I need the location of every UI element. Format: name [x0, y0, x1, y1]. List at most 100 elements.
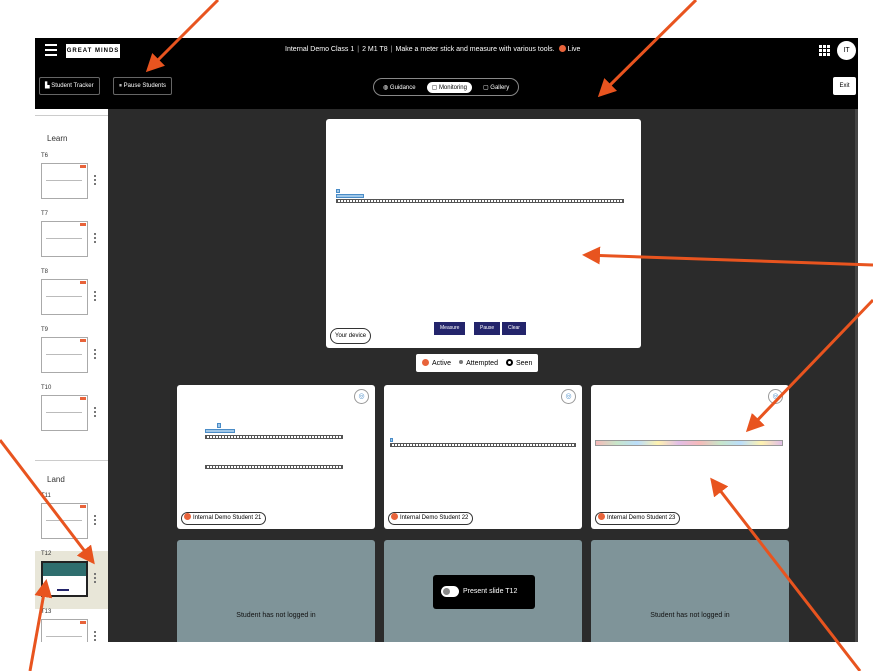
more-icon[interactable]	[94, 175, 96, 185]
lesson-code: 2 M1 T8	[362, 46, 388, 53]
camera-icon[interactable]: ◎	[768, 389, 783, 404]
pause-button[interactable]: Pause	[474, 322, 501, 335]
toggle-switch[interactable]	[441, 586, 459, 597]
sidebar: Learn T6 T7 T8 T9 T10 Land T11 T12 T13	[35, 109, 108, 642]
more-icon[interactable]	[94, 631, 96, 641]
logo: GREAT MINDS	[66, 44, 120, 58]
attempted-dot-icon	[459, 359, 464, 364]
active-dot-icon	[598, 513, 605, 520]
active-dot-icon	[422, 359, 429, 366]
tab-gallery[interactable]: ▢ Gallery	[478, 82, 514, 93]
sidebar-item-t11[interactable]: T11	[35, 493, 108, 551]
more-icon[interactable]	[94, 233, 96, 243]
teacher-preview: Measure Pause Clear Your device	[326, 119, 641, 348]
student-name-badge: Internal Demo Student 21	[181, 512, 267, 525]
view-tabs: ◍ Guidance ▢ Monitoring ▢ Gallery	[373, 78, 520, 96]
pause-students-button[interactable]: ⏸ Pause Students	[113, 77, 173, 95]
camera-icon[interactable]: ◎	[354, 389, 369, 404]
scrollbar[interactable]	[855, 109, 858, 642]
lesson-title: Make a meter stick and measure with vari…	[395, 46, 555, 53]
student-card[interactable]: ◎ Internal Demo Student 23	[591, 385, 789, 529]
thumbnail-line	[46, 296, 82, 297]
slide-thumbnail	[41, 163, 88, 199]
sidebar-item-t10[interactable]: T10	[35, 385, 108, 443]
legend-attempted: Attempted	[459, 359, 498, 367]
apps-grid-icon[interactable]	[819, 45, 830, 56]
section-land-label: Land	[47, 475, 65, 484]
seen-dot-icon	[505, 359, 513, 366]
camera-icon[interactable]: ◎	[561, 389, 576, 404]
colored-meter-stick	[595, 440, 783, 446]
ruler-marker	[390, 438, 393, 442]
present-slide-toggle[interactable]: Present slide T12	[433, 575, 535, 609]
more-icon[interactable]	[94, 515, 96, 525]
student-card[interactable]: ◎ Internal Demo Student 22	[384, 385, 582, 529]
meter-stick	[390, 443, 576, 447]
thumbnail-line	[46, 354, 82, 355]
slide-label: T11	[41, 493, 51, 499]
sidebar-item-t6[interactable]: T6	[35, 153, 108, 211]
student-card[interactable]: ◎ Internal Demo Student 21	[177, 385, 375, 529]
monitoring-area: Measure Pause Clear Your device Active A…	[108, 109, 855, 642]
slide-thumbnail	[41, 395, 88, 431]
measure-button[interactable]: Measure	[434, 322, 466, 335]
meter-stick-piece	[205, 429, 235, 433]
sidebar-item-t13[interactable]: T13	[35, 609, 108, 642]
sidebar-item-t8[interactable]: T8	[35, 269, 108, 327]
tab-monitoring[interactable]: ▢ Monitoring	[426, 81, 472, 93]
offline-student-card: Student has not logged in	[177, 540, 375, 642]
more-icon[interactable]	[94, 573, 96, 583]
tab-guidance[interactable]: ◍ Guidance	[378, 82, 421, 93]
pause-students-label: Pause Students	[123, 83, 167, 89]
clear-button[interactable]: Clear	[502, 322, 526, 335]
more-icon[interactable]	[94, 407, 96, 417]
meter-stick	[205, 465, 343, 469]
slide-label: T9	[41, 327, 49, 333]
avatar[interactable]: IT	[837, 41, 856, 60]
slide-thumbnail	[41, 561, 88, 597]
more-icon[interactable]	[94, 349, 96, 359]
app-window: GREAT MINDS Internal Demo Class 1 | 2 M1 T…	[35, 38, 858, 642]
more-icon[interactable]	[94, 291, 96, 301]
slide-thumbnail	[41, 619, 88, 642]
slide-thumbnail	[41, 221, 88, 257]
sidebar-item-t9[interactable]: T9	[35, 327, 108, 385]
ruler-marker[interactable]	[336, 189, 340, 193]
student-tracker-label: Student Tracker	[51, 83, 94, 89]
meter-stick-piece[interactable]	[336, 194, 364, 198]
top-bar: GREAT MINDS Internal Demo Class 1 | 2 M1 T…	[35, 38, 858, 64]
exit-button[interactable]: Exit	[833, 77, 856, 95]
sidebar-item-t7[interactable]: T7	[35, 211, 108, 269]
present-slide-label: Present slide T12	[463, 588, 518, 595]
live-label: Live	[567, 46, 581, 53]
slide-thumbnail	[41, 279, 88, 315]
sidebar-item-t12[interactable]: T12	[35, 551, 108, 609]
live-icon	[558, 45, 566, 52]
offline-student-card: Student has not logged in	[591, 540, 789, 642]
not-logged-in-message: Student has not logged in	[650, 612, 730, 619]
slide-label: T8	[41, 269, 49, 275]
status-legend: Active Attempted Seen	[416, 354, 539, 372]
your-device-label: Your device	[330, 328, 372, 344]
active-dot-icon	[184, 513, 191, 520]
meter-stick	[205, 435, 343, 439]
menu-icon[interactable]	[45, 44, 57, 56]
meter-stick	[336, 199, 624, 203]
legend-seen: Seen	[505, 359, 532, 367]
thumbnail-line	[46, 636, 82, 637]
slide-thumbnail	[41, 503, 88, 539]
thumbnail-line	[46, 180, 82, 181]
slide-label: T12	[41, 551, 52, 557]
ruler-marker	[217, 423, 221, 428]
student-name-badge: Internal Demo Student 22	[388, 512, 474, 525]
class-name: Internal Demo Class 1	[285, 46, 355, 53]
thumbnail-button	[57, 589, 69, 591]
thumbnail-line	[46, 520, 82, 521]
thumbnail-line	[46, 238, 82, 239]
lesson-header: Internal Demo Class 1 | 2 M1 T8 | Make a met…	[285, 45, 580, 53]
student-name-badge: Internal Demo Student 23	[595, 512, 681, 525]
divider: |	[357, 46, 360, 53]
student-tracker-button[interactable]: ▙ Student Tracker	[39, 77, 100, 95]
slide-thumbnail	[41, 337, 88, 373]
screenshot-canvas: GREAT MINDS Internal Demo Class 1 | 2 M1 T…	[0, 0, 873, 671]
